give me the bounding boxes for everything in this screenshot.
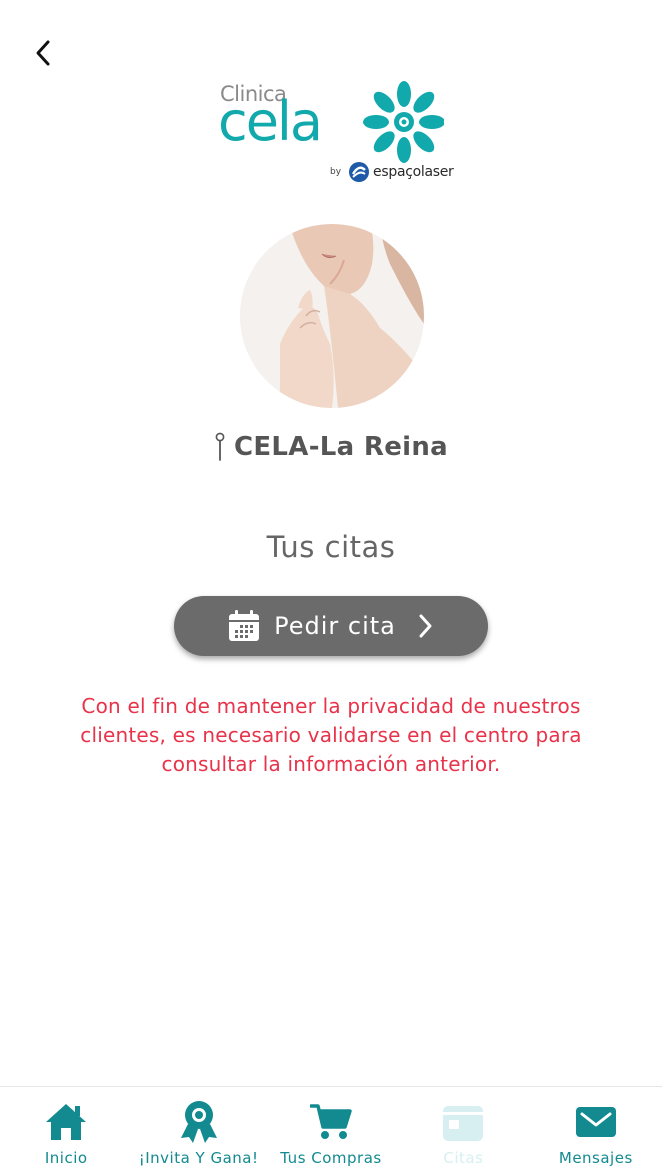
flower-logo-icon xyxy=(363,81,444,163)
tab-mensajes[interactable]: Mensajes xyxy=(530,1087,662,1176)
tab-inicio[interactable]: Inicio xyxy=(0,1087,132,1176)
calendar-icon xyxy=(229,610,260,641)
back-button[interactable] xyxy=(28,36,58,70)
clinica-cela-logo: Clinica cela by espaçolaser xyxy=(218,80,454,188)
clinic-name: CELA-La Reina xyxy=(233,432,448,462)
logo-byline: by espaçolaser xyxy=(330,162,454,182)
book-appointment-label: Pedir cita xyxy=(274,612,396,640)
tab-label: ¡Invita Y Gana! xyxy=(138,1149,259,1167)
appointments-title: Tus citas xyxy=(266,530,396,564)
privacy-notice: Con el fin de mantener la privacidad de … xyxy=(80,694,582,776)
map-pin-icon xyxy=(215,432,225,461)
calendar-icon xyxy=(443,1106,484,1141)
tab-label: Tus Compras xyxy=(280,1149,382,1167)
mail-icon xyxy=(575,1107,616,1137)
clinic-image xyxy=(240,224,424,408)
portrait-illustration xyxy=(240,224,424,408)
tab-label: Mensajes xyxy=(558,1149,633,1167)
logo-big-word: cela xyxy=(218,90,323,153)
bottom-tab-bar: Inicio ¡Invita Y Gana! Tus Compras Citas… xyxy=(0,1086,662,1176)
tab-tus-compras[interactable]: Tus Compras xyxy=(265,1087,397,1176)
chevron-right-icon xyxy=(419,614,432,638)
tab-invita-y-gana[interactable]: ¡Invita Y Gana! xyxy=(132,1087,264,1176)
clinic-location: CELA-La Reina xyxy=(0,432,662,462)
cart-icon xyxy=(310,1104,352,1139)
tab-label: Citas xyxy=(443,1149,484,1167)
chevron-left-icon xyxy=(36,40,50,66)
tab-label: Inicio xyxy=(44,1149,88,1167)
logo-by: by xyxy=(330,167,342,177)
home-icon xyxy=(46,1104,87,1140)
book-appointment-button[interactable]: Pedir cita xyxy=(174,596,488,656)
espacolaser-mark-icon xyxy=(349,162,370,182)
tab-citas[interactable]: Citas xyxy=(397,1087,529,1176)
award-icon xyxy=(180,1101,217,1143)
logo-partner: espaçolaser xyxy=(373,164,454,180)
